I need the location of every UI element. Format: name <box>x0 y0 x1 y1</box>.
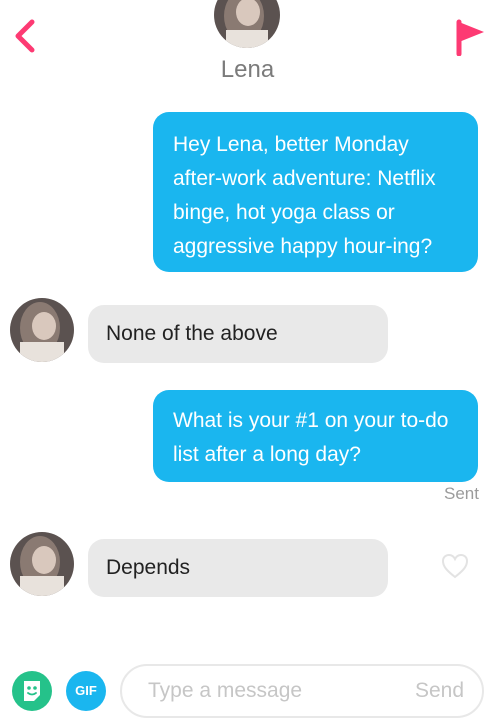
like-message-button[interactable] <box>440 552 470 580</box>
outgoing-message-bubble[interactable]: What is your #1 on your to-do list after… <box>153 390 478 482</box>
gif-label: GIF <box>75 683 97 698</box>
message-text: Hey Lena, better Monday after-work adven… <box>173 133 436 258</box>
avatar[interactable] <box>10 532 74 596</box>
message-text: Depends <box>106 556 191 579</box>
back-button[interactable] <box>10 18 40 54</box>
report-button[interactable] <box>452 16 486 57</box>
message-text: None of the above <box>106 322 278 345</box>
incoming-message-bubble[interactable]: None of the above <box>88 305 388 363</box>
flag-icon <box>456 19 484 57</box>
gif-button[interactable]: GIF <box>66 671 106 711</box>
send-button[interactable]: Send <box>415 679 464 703</box>
chevron-left-icon <box>15 19 35 53</box>
message-status: Sent <box>444 484 479 503</box>
incoming-message-bubble[interactable]: Depends <box>88 539 388 597</box>
message-text: What is your #1 on your to-do list after… <box>173 409 449 466</box>
sticker-button[interactable] <box>12 671 52 711</box>
avatar[interactable] <box>10 298 74 362</box>
outgoing-message-bubble[interactable]: Hey Lena, better Monday after-work adven… <box>153 112 478 272</box>
match-name: Lena <box>220 56 275 83</box>
heart-icon <box>441 553 469 579</box>
message-placeholder: Type a message <box>148 679 303 702</box>
header-avatar[interactable] <box>214 0 280 48</box>
message-input[interactable]: Type a message Send <box>120 664 484 718</box>
bitmoji-sticker-icon <box>24 681 40 701</box>
